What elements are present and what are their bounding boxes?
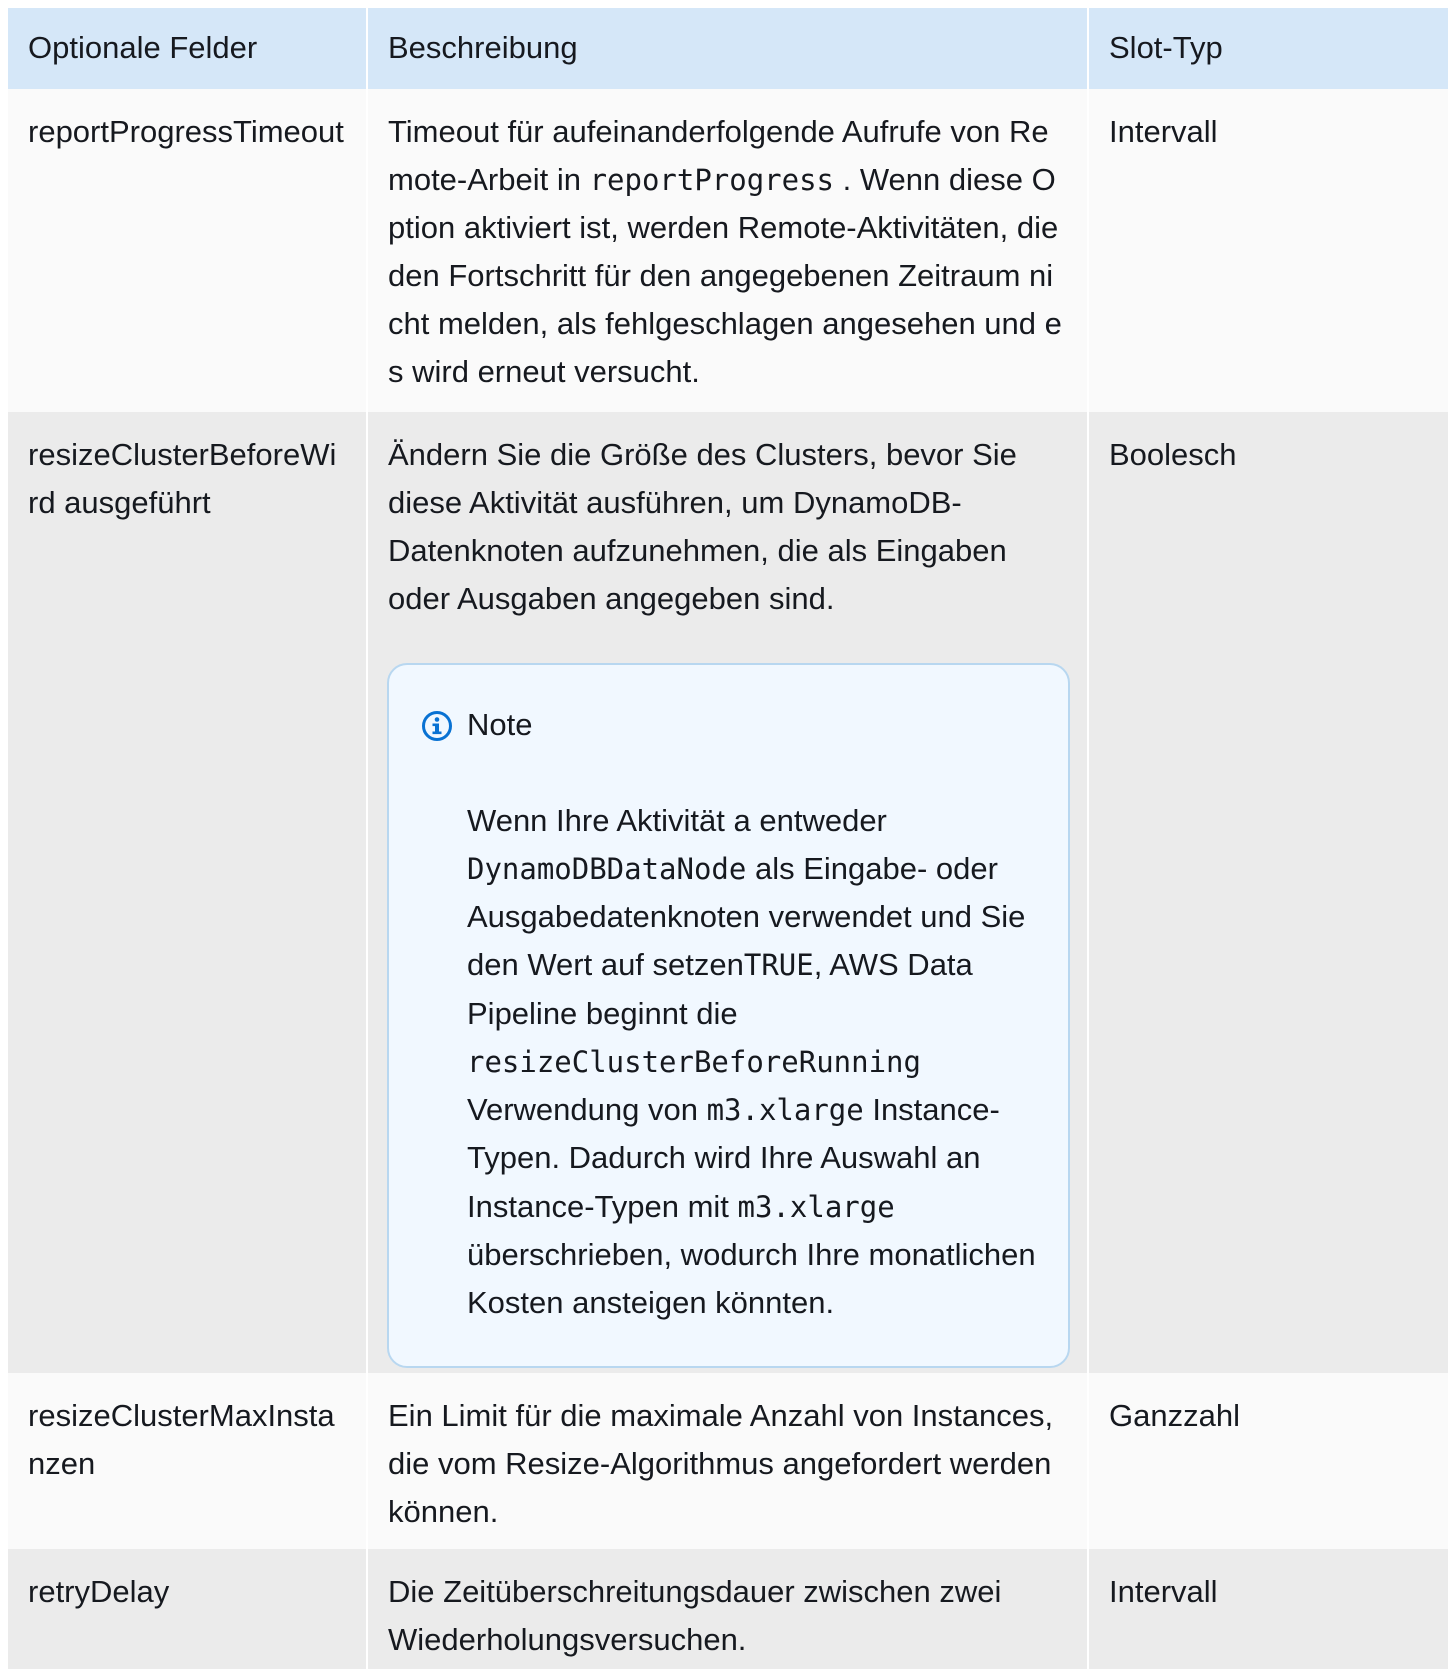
header-description: Beschreibung <box>368 8 1087 89</box>
fields-table: Optionale Felder Beschreibung Slot-Typ r… <box>8 8 1448 1669</box>
table-row-description: Die Zeitüberschreitungsdauer zwischen zw… <box>368 1549 1087 1669</box>
table-row-field: reportProgressTimeout <box>8 89 366 412</box>
note-body: Wenn Ihre Aktivität a entweder DynamoDBD… <box>467 797 1044 1366</box>
table-row-description: Timeout für aufeinanderfolgende Aufrufe … <box>368 89 1087 412</box>
table-row-type: Boolesch <box>1089 412 1448 1373</box>
table-row-type: Intervall <box>1089 89 1448 412</box>
description-text: Ändern Sie die Größe des Clusters, bevor… <box>388 437 1017 616</box>
note-text: Verwendung von <box>467 1092 707 1128</box>
note-text: Wenn Ihre Aktivität a entweder <box>467 802 887 838</box>
table-row-type: Intervall <box>1089 1549 1448 1669</box>
inline-code: m3.xlarge <box>737 1189 895 1224</box>
header-optional-fields: Optionale Felder <box>8 8 366 89</box>
inline-code: m3.xlarge <box>706 1093 864 1128</box>
header-slot-type: Slot-Typ <box>1089 8 1448 89</box>
table-row-field: resizeClusterBeforeWird ausgeführt <box>8 412 366 1373</box>
inline-code: TRUE <box>743 948 814 983</box>
table-row-field: retryDelay <box>8 1549 366 1669</box>
note-title: Note <box>467 707 533 742</box>
table-row-description: Ändern Sie die Größe des Clusters, bevor… <box>368 412 1087 1373</box>
table-row-field: resizeClusterMaxInstanzen <box>8 1373 366 1549</box>
inline-code: resizeClusterBeforeRunning <box>467 1044 921 1079</box>
info-circle-icon <box>422 711 452 741</box>
note-callout: Note Wenn Ihre Aktivität a entweder Dyna… <box>387 663 1070 1368</box>
table-row-type: Ganzzahl <box>1089 1373 1448 1549</box>
table-row-description: Ein Limit für die maximale Anzahl von In… <box>368 1373 1087 1549</box>
inline-code: DynamoDBDataNode <box>467 852 747 887</box>
note-text: überschrieben, wodurch Ihre monatlichen … <box>467 1236 1036 1320</box>
inline-code: reportProgress <box>589 163 835 197</box>
